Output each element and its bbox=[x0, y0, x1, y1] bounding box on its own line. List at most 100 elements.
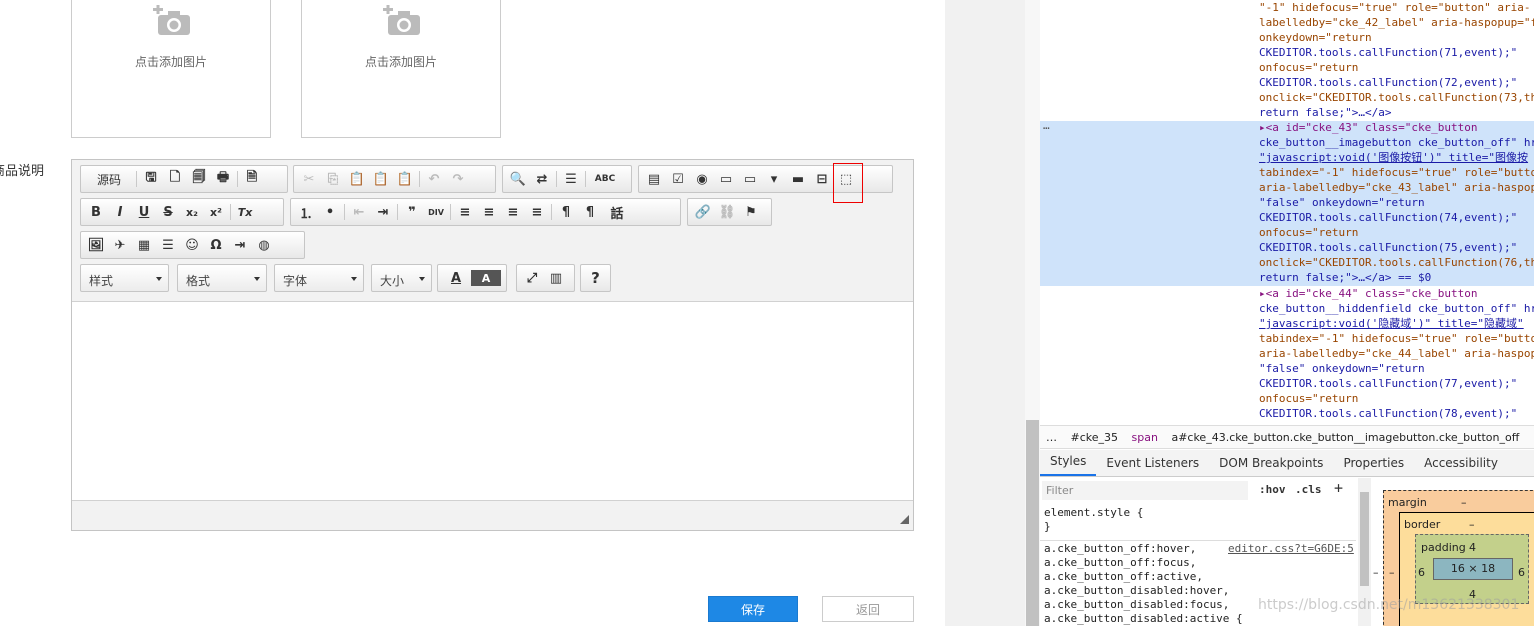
page-break-icon[interactable]: ⇥ bbox=[228, 234, 252, 256]
hov-toggle[interactable]: :hov bbox=[1259, 483, 1286, 496]
rtl-icon[interactable]: ¶ bbox=[578, 201, 602, 223]
iframe-icon[interactable]: ◍ bbox=[252, 234, 276, 256]
outdent-icon[interactable]: ⇤ bbox=[347, 201, 371, 223]
div-container-icon[interactable]: DIV bbox=[424, 201, 448, 223]
tab-styles[interactable]: Styles bbox=[1040, 449, 1097, 476]
format-dropdown[interactable]: 格式 bbox=[177, 264, 267, 292]
underline-icon[interactable]: U bbox=[132, 201, 156, 223]
imagebutton-icon[interactable]: ⊟ bbox=[810, 168, 834, 190]
dom-line[interactable]: CKEDITOR.tools.callFunction(72,event);" bbox=[1259, 75, 1517, 90]
select-field-icon[interactable]: ▾ bbox=[762, 168, 786, 190]
dom-line[interactable]: aria-labelledby="cke_43_label" aria-hasp… bbox=[1259, 180, 1534, 195]
dom-line[interactable]: "javascript:void('隐藏域')" title="隐藏域" bbox=[1259, 316, 1524, 331]
text-color-icon[interactable]: A bbox=[441, 267, 471, 289]
radio-icon[interactable]: ◉ bbox=[690, 168, 714, 190]
bulleted-list-icon[interactable]: • bbox=[318, 201, 342, 223]
dom-line[interactable]: onfocus="return bbox=[1259, 391, 1358, 406]
redo-icon[interactable]: ↷ bbox=[446, 168, 470, 190]
dom-line[interactable]: "javascript:void('图像按钮')" title="图像按 bbox=[1259, 150, 1528, 165]
css-source-link[interactable]: editor.css?t=G6DE:5 bbox=[1228, 542, 1354, 555]
add-rule-button[interactable]: + bbox=[1334, 479, 1343, 497]
node-actions-icon[interactable]: … bbox=[1043, 119, 1050, 132]
breadcrumb-item[interactable]: … bbox=[1046, 431, 1057, 444]
select-all-icon[interactable]: ☰ bbox=[559, 168, 583, 190]
dom-line[interactable]: CKEDITOR.tools.callFunction(78,event);" bbox=[1259, 406, 1517, 421]
justify-icon[interactable]: ≡ bbox=[525, 201, 549, 223]
tab-accessibility[interactable]: Accessibility bbox=[1414, 451, 1508, 476]
undo-icon[interactable]: ↶ bbox=[422, 168, 446, 190]
style-dropdown[interactable]: 样式 bbox=[80, 264, 169, 292]
dom-line[interactable]: onfocus="return bbox=[1259, 225, 1358, 240]
table-icon[interactable]: ▦ bbox=[132, 234, 156, 256]
remove-format-icon[interactable]: Tx bbox=[233, 201, 257, 223]
flash-icon[interactable]: ✈ bbox=[108, 234, 132, 256]
dom-line[interactable]: CKEDITOR.tools.callFunction(75,event);" bbox=[1259, 240, 1517, 255]
help-icon[interactable]: ? bbox=[584, 267, 607, 289]
indent-icon[interactable]: ⇥ bbox=[371, 201, 395, 223]
scrollbar-thumb[interactable] bbox=[1360, 492, 1369, 586]
styles-filter-input[interactable]: Filter bbox=[1042, 481, 1248, 500]
maximize-icon[interactable]: ⤢ bbox=[520, 267, 544, 289]
special-char-icon[interactable]: Ω bbox=[204, 234, 228, 256]
scrollbar-thumb[interactable] bbox=[1026, 420, 1039, 626]
page-scrollbar[interactable] bbox=[1025, 0, 1040, 626]
preview-icon[interactable]: 🗐 bbox=[187, 168, 211, 190]
dom-line[interactable]: "-1" hidefocus="true" role="button" aria… bbox=[1259, 0, 1531, 15]
dom-line[interactable]: ▸<a id="cke_43" class="cke_button bbox=[1259, 120, 1478, 135]
tab-event-listeners[interactable]: Event Listeners bbox=[1096, 451, 1209, 476]
replace-icon[interactable]: ⇄ bbox=[530, 168, 554, 190]
textfield-icon[interactable]: ▭ bbox=[714, 168, 738, 190]
source-button[interactable]: 源码 bbox=[84, 168, 134, 190]
dom-line[interactable]: "false" onkeydown="return bbox=[1259, 361, 1425, 376]
breadcrumb-item[interactable]: a#cke_43.cke_button.cke_button__imagebut… bbox=[1171, 431, 1519, 444]
font-dropdown[interactable]: 字体 bbox=[274, 264, 364, 292]
image-upload-slot-2[interactable]: 点击添加图片 bbox=[301, 0, 501, 138]
link-icon[interactable]: 🔗 bbox=[691, 201, 715, 223]
italic-icon[interactable]: I bbox=[108, 201, 132, 223]
tab-properties[interactable]: Properties bbox=[1333, 451, 1414, 476]
size-dropdown[interactable]: 大小 bbox=[371, 264, 432, 292]
horizontal-rule-icon[interactable]: ☰ bbox=[156, 234, 180, 256]
dom-line[interactable]: cke_button__hiddenfield cke_button_off" … bbox=[1259, 301, 1534, 316]
button-field-icon[interactable]: ▬ bbox=[786, 168, 810, 190]
save-button[interactable]: 保存 bbox=[708, 596, 798, 622]
strikethrough-icon[interactable]: S bbox=[156, 201, 180, 223]
dom-line[interactable]: onkeydown="return bbox=[1259, 30, 1372, 45]
language-icon[interactable]: 話 bbox=[602, 201, 632, 223]
new-page-icon[interactable]: 🗋 bbox=[163, 168, 187, 190]
cut-icon[interactable]: ✂ bbox=[297, 168, 321, 190]
dom-line[interactable]: CKEDITOR.tools.callFunction(74,event);" bbox=[1259, 210, 1517, 225]
dom-line[interactable]: onclick="CKEDITOR.tools.callFunction(73,… bbox=[1259, 90, 1534, 105]
dom-line[interactable]: tabindex="-1" hidefocus="true" role="but… bbox=[1259, 165, 1534, 180]
templates-icon[interactable]: 🗎 bbox=[240, 168, 264, 190]
numbered-list-icon[interactable]: ⒈ bbox=[294, 201, 318, 223]
paste-text-icon[interactable]: 📋 bbox=[369, 168, 393, 190]
dom-line[interactable]: CKEDITOR.tools.callFunction(77,event);" bbox=[1259, 376, 1517, 391]
dom-line[interactable]: labelledby="cke_42_label" aria-haspopup=… bbox=[1259, 15, 1534, 30]
copy-icon[interactable]: ⎘ bbox=[321, 168, 345, 190]
paste-icon[interactable]: 📋 bbox=[345, 168, 369, 190]
anchor-icon[interactable]: ⚑ bbox=[739, 201, 763, 223]
breadcrumb-item[interactable]: #cke_35 bbox=[1071, 431, 1119, 444]
dom-line[interactable]: cke_button__imagebutton cke_button_off" … bbox=[1259, 135, 1534, 150]
editor-content-area[interactable] bbox=[72, 301, 913, 501]
bold-icon[interactable]: B bbox=[84, 201, 108, 223]
save-icon[interactable]: 🖫 bbox=[139, 168, 163, 190]
align-center-icon[interactable]: ≡ bbox=[477, 201, 501, 223]
image-icon[interactable]: 🖼 bbox=[84, 234, 108, 256]
dom-tree[interactable]: … "-1" hidefocus="true" role="button" ar… bbox=[1040, 0, 1534, 425]
dom-line[interactable]: "false" onkeydown="return bbox=[1259, 195, 1425, 210]
paste-word-icon[interactable]: 📋 bbox=[393, 168, 417, 190]
align-right-icon[interactable]: ≡ bbox=[501, 201, 525, 223]
show-blocks-icon[interactable]: ▥ bbox=[544, 267, 568, 289]
dom-line[interactable]: onclick="CKEDITOR.tools.callFunction(76,… bbox=[1259, 255, 1534, 270]
image-upload-slot-1[interactable]: 点击添加图片 bbox=[71, 0, 271, 138]
spellcheck-icon[interactable]: ABC bbox=[588, 168, 622, 190]
find-icon[interactable]: 🔍 bbox=[506, 168, 530, 190]
cls-toggle[interactable]: .cls bbox=[1295, 483, 1322, 496]
subscript-icon[interactable]: x₂ bbox=[180, 201, 204, 223]
breadcrumb-item[interactable]: span bbox=[1132, 431, 1158, 444]
dom-line[interactable]: aria-labelledby="cke_44_label" aria-hasp… bbox=[1259, 346, 1534, 361]
ltr-icon[interactable]: ¶ bbox=[554, 201, 578, 223]
dom-line[interactable]: return false;">…</a> == $0 bbox=[1259, 270, 1431, 285]
